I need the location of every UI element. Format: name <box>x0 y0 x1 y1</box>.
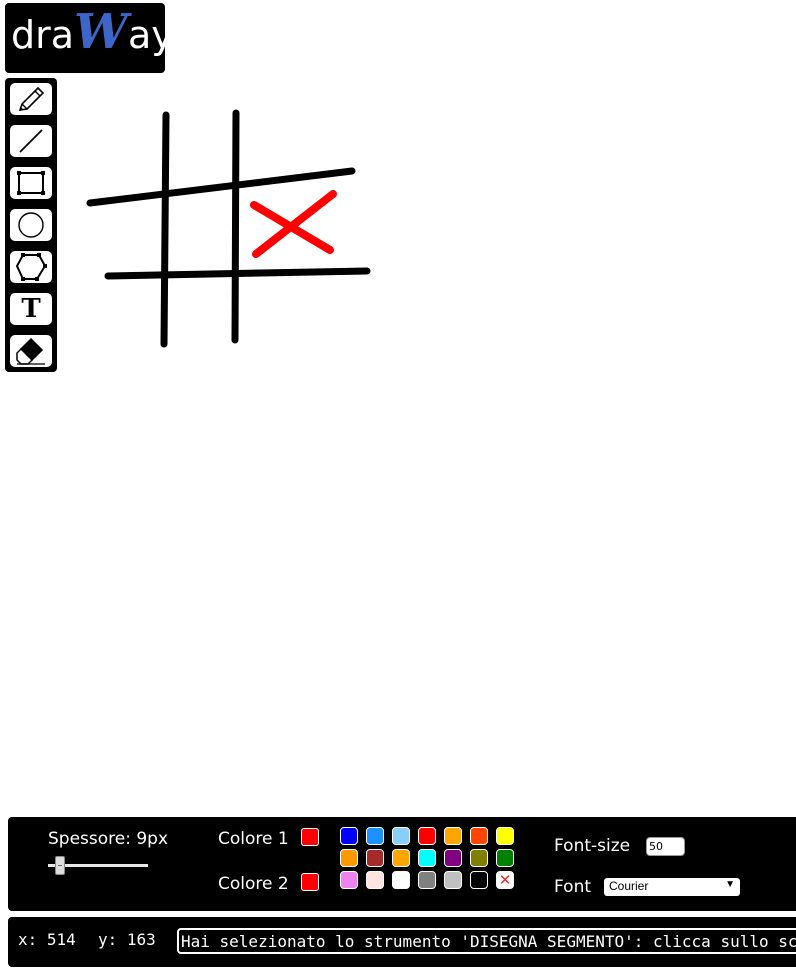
palette-swatch[interactable] <box>418 849 436 867</box>
rectangle-icon <box>17 171 45 195</box>
font-label: Font <box>554 877 592 897</box>
no-color-swatch[interactable]: ✕ <box>496 871 514 889</box>
pencil-tool-button[interactable] <box>10 83 52 115</box>
text-icon: T <box>21 294 41 324</box>
close-icon: ✕ <box>498 870 512 889</box>
app-logo: draWay <box>5 3 174 73</box>
fontsize-label: Font-size <box>554 836 631 856</box>
palette-swatch[interactable] <box>496 849 514 867</box>
font-select[interactable]: Courier ▼ <box>604 878 740 896</box>
stroke-horizontal-1 <box>86 167 356 207</box>
line-tool-button[interactable] <box>10 125 52 157</box>
eraser-icon <box>16 337 45 365</box>
stroke-vertical-1 <box>160 111 170 348</box>
x-coordinate: x: 514 <box>18 930 76 949</box>
circle-tool-button[interactable] <box>10 209 52 241</box>
palette-swatch[interactable] <box>444 871 462 889</box>
drawing-canvas[interactable] <box>60 78 796 814</box>
palette-swatch[interactable] <box>444 849 462 867</box>
y-coordinate: y: 163 <box>98 930 156 949</box>
font-select-value: Courier <box>609 879 649 893</box>
thickness-label: Spessore: 9px <box>48 829 169 849</box>
color1-label: Colore 1 <box>218 829 289 849</box>
palette-swatch[interactable] <box>340 827 358 845</box>
polygon-tool-button[interactable] <box>10 251 52 283</box>
fontsize-input[interactable]: 50 <box>646 837 685 856</box>
palette-swatch[interactable] <box>470 827 488 845</box>
palette-swatch[interactable] <box>366 827 384 845</box>
stroke-vertical-2 <box>231 109 240 344</box>
palette-swatch[interactable] <box>366 871 384 889</box>
palette-swatch[interactable] <box>496 827 514 845</box>
drawing-svg <box>86 109 371 348</box>
polygon-icon <box>15 253 47 281</box>
rectangle-tool-button[interactable] <box>10 167 52 199</box>
eraser-tool-button[interactable] <box>10 335 52 367</box>
palette-swatch[interactable] <box>340 849 358 867</box>
tool-bar: T <box>5 78 57 372</box>
palette-swatch[interactable] <box>366 849 384 867</box>
thickness-slider-handle[interactable] <box>55 856 65 875</box>
circle-icon <box>18 212 44 238</box>
status-message: Hai selezionato lo strumento 'DISEGNA SE… <box>177 928 796 954</box>
color2-swatch[interactable] <box>301 873 319 891</box>
logo-text: draWay <box>11 4 174 60</box>
color1-swatch[interactable] <box>301 828 319 846</box>
control-panel: Spessore: 9px Colore 1 Colore 2 ✕ Font-s… <box>8 817 796 911</box>
stroke-horizontal-2 <box>104 267 371 280</box>
palette-swatch[interactable] <box>418 827 436 845</box>
palette-swatch[interactable] <box>392 849 410 867</box>
palette-swatch[interactable] <box>470 871 488 889</box>
palette-swatch[interactable] <box>392 871 410 889</box>
palette-swatch[interactable] <box>470 849 488 867</box>
color2-label: Colore 2 <box>218 874 289 894</box>
palette-swatch[interactable] <box>444 827 462 845</box>
palette-swatch[interactable] <box>418 871 436 889</box>
text-tool-button[interactable]: T <box>10 293 52 325</box>
palette-swatch[interactable] <box>340 871 358 889</box>
line-icon <box>19 129 43 153</box>
dropdown-arrow-icon: ▼ <box>725 879 735 890</box>
status-bar: x: 514 y: 163 Hai selezionato lo strumen… <box>8 917 796 967</box>
pencil-icon <box>18 86 45 111</box>
palette-swatch[interactable] <box>392 827 410 845</box>
